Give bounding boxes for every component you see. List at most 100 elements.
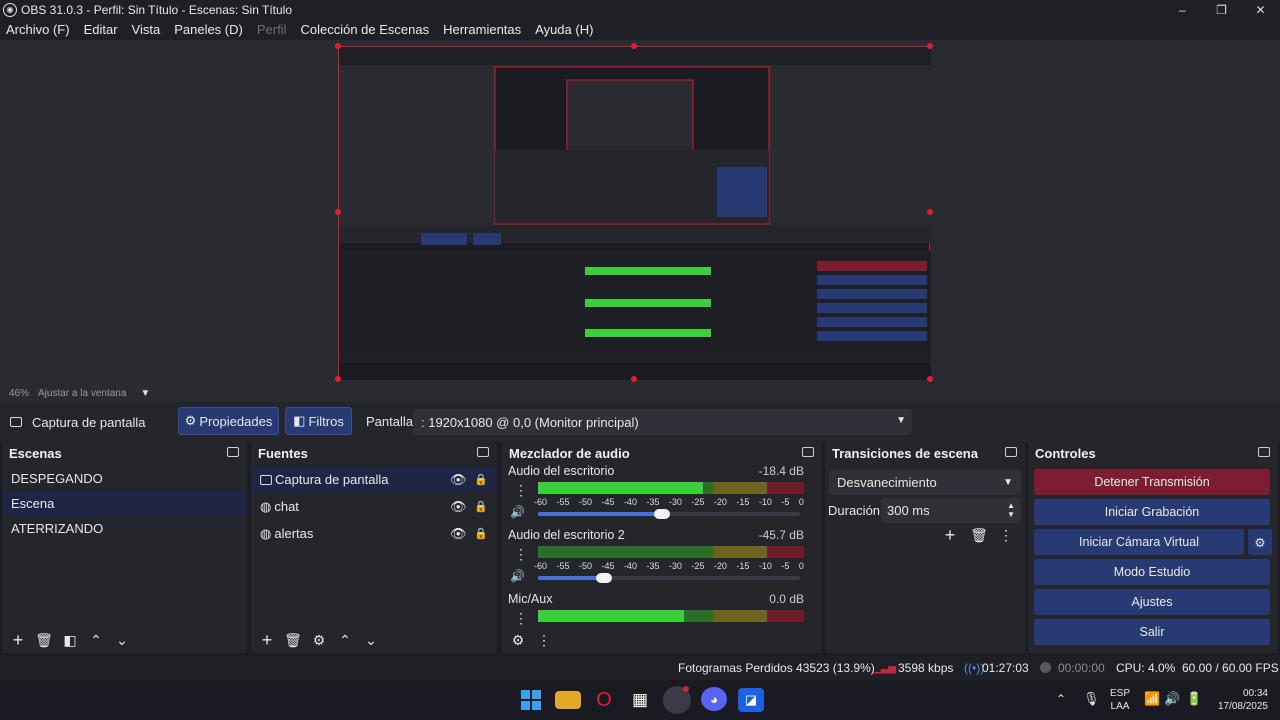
- tick-label: -60: [534, 497, 548, 507]
- add-icon[interactable]: +: [938, 524, 962, 546]
- resize-handle[interactable]: [927, 43, 933, 49]
- scenes-dock: Escenas DESPEGANDO Escena ATERRIZANDO + …: [2, 442, 247, 653]
- more-menu-icon[interactable]: ⋮: [994, 524, 1018, 546]
- resize-handle[interactable]: [927, 209, 933, 215]
- trash-icon[interactable]: 🗑: [32, 629, 56, 651]
- resize-handle[interactable]: [631, 376, 637, 382]
- properties-button[interactable]: ⚙ Propiedades: [178, 407, 279, 435]
- fit-to-window-label[interactable]: Ajustar a la ventana: [38, 388, 126, 399]
- add-icon[interactable]: +: [255, 629, 279, 651]
- wifi-icon[interactable]: 📶: [1144, 691, 1160, 707]
- scene-item[interactable]: ATERRIZANDO: [2, 516, 247, 541]
- opera-icon[interactable]: O: [591, 688, 617, 712]
- battery-icon[interactable]: 🔋: [1186, 691, 1202, 707]
- resize-handle[interactable]: [335, 376, 341, 382]
- filters-button[interactable]: ◧ Filtros: [285, 407, 352, 435]
- chevron-up-icon[interactable]: ⌃: [1056, 692, 1066, 706]
- close-button[interactable]: ✕: [1241, 0, 1280, 19]
- discord-icon[interactable]: ◕: [701, 687, 727, 711]
- undock-icon[interactable]: [1258, 447, 1270, 457]
- settings-button[interactable]: Ajustes: [1034, 589, 1270, 615]
- chevron-up-icon[interactable]: ⌃: [84, 629, 108, 651]
- clock[interactable]: 00:34 17/08/2025: [1218, 687, 1268, 713]
- gear-icon[interactable]: ⚙: [506, 629, 530, 651]
- lock-icon[interactable]: 🔒: [474, 527, 488, 540]
- undock-icon[interactable]: [802, 447, 814, 457]
- volume-slider[interactable]: [538, 573, 800, 583]
- speaker-icon[interactable]: 🔊: [1164, 691, 1180, 707]
- lock-icon[interactable]: 🔒: [474, 473, 488, 486]
- chevron-down-icon[interactable]: ▼: [140, 388, 150, 399]
- minimize-button[interactable]: –: [1163, 0, 1202, 19]
- source-item[interactable]: ◍ alertas 👁 🔒: [251, 521, 497, 546]
- transition-select[interactable]: Desvanecimiento ▼: [829, 470, 1021, 495]
- add-icon[interactable]: +: [6, 629, 30, 651]
- menu-scene-collection[interactable]: Colección de Escenas: [300, 22, 429, 37]
- undock-icon[interactable]: [227, 447, 239, 457]
- channel-name: Audio del escritorio 2: [508, 528, 625, 542]
- undock-icon[interactable]: [1005, 447, 1017, 457]
- start-virtual-camera-button[interactable]: Iniciar Cámara Virtual: [1034, 529, 1244, 555]
- virtual-camera-settings-button[interactable]: ⚙: [1248, 529, 1272, 555]
- source-label: chat: [274, 499, 299, 514]
- gear-icon[interactable]: ⚙: [307, 629, 331, 651]
- folder-icon[interactable]: [555, 691, 581, 709]
- menu-edit[interactable]: Editar: [84, 22, 118, 37]
- restore-button[interactable]: ❐: [1202, 0, 1241, 19]
- app-icon[interactable]: ◪: [738, 688, 764, 712]
- chevron-down-icon[interactable]: ⌄: [359, 629, 383, 651]
- studio-mode-button[interactable]: Modo Estudio: [1034, 559, 1270, 585]
- volume-slider[interactable]: [538, 509, 800, 519]
- screen-capture-preview[interactable]: [338, 46, 931, 380]
- speaker-icon[interactable]: 🔊: [510, 505, 525, 519]
- scene-item[interactable]: Escena: [2, 491, 247, 516]
- windows-start-icon[interactable]: [518, 688, 544, 712]
- trash-icon[interactable]: 🗑: [281, 629, 305, 651]
- sources-title: Fuentes: [258, 445, 308, 461]
- eye-icon[interactable]: 👁: [450, 526, 467, 542]
- resize-handle[interactable]: [631, 43, 637, 49]
- eye-icon[interactable]: 👁: [450, 472, 467, 488]
- obs-taskbar-icon[interactable]: [663, 686, 691, 714]
- stream-time: 01:27:03: [982, 661, 1029, 675]
- source-item[interactable]: Captura de pantalla 👁 🔒: [251, 467, 497, 492]
- channel-menu-icon[interactable]: ⋮: [514, 546, 528, 563]
- notification-dot: [683, 686, 689, 692]
- undock-icon[interactable]: [477, 447, 489, 457]
- tick-label: -10: [758, 497, 772, 507]
- lock-icon[interactable]: 🔒: [474, 500, 488, 513]
- channel-menu-icon[interactable]: ⋮: [514, 482, 528, 499]
- duration-spinbox[interactable]: 300 ms ▲ ▼: [881, 498, 1021, 523]
- exit-button[interactable]: Salir: [1034, 619, 1270, 645]
- source-item[interactable]: ◍ chat 👁 🔒: [251, 494, 497, 519]
- menu-help[interactable]: Ayuda (H): [535, 22, 593, 37]
- speaker-icon[interactable]: 🔊: [510, 569, 525, 583]
- start-recording-button[interactable]: Iniciar Grabación: [1034, 499, 1270, 525]
- eye-icon[interactable]: 👁: [450, 499, 467, 515]
- menu-docks[interactable]: Paneles (D): [174, 22, 243, 37]
- display-select[interactable]: : 1920x1080 @ 0,0 (Monitor principal) ▼: [413, 409, 912, 435]
- more-menu-icon[interactable]: ⋮: [532, 629, 556, 651]
- menu-view[interactable]: Vista: [132, 22, 161, 37]
- microphone-icon[interactable]: 🎙: [1083, 691, 1100, 707]
- chevron-up-icon[interactable]: ⌃: [333, 629, 357, 651]
- resize-handle[interactable]: [335, 209, 341, 215]
- menu-file[interactable]: Archivo (F): [6, 22, 70, 37]
- channel-menu-icon[interactable]: ⋮: [514, 610, 528, 627]
- volume-slider-handle[interactable]: [595, 573, 612, 583]
- volume-slider-handle[interactable]: [653, 509, 670, 519]
- spin-arrows-icon[interactable]: ▲ ▼: [1007, 501, 1015, 519]
- filter-icon[interactable]: ◧: [58, 629, 82, 651]
- chevron-down-icon[interactable]: ⌄: [110, 629, 134, 651]
- menu-tools[interactable]: Herramientas: [443, 22, 521, 37]
- display-label: Pantalla: [366, 414, 413, 429]
- store-icon[interactable]: ▦: [627, 688, 653, 712]
- stop-streaming-button[interactable]: Detener Transmisión: [1034, 469, 1270, 495]
- scene-item[interactable]: DESPEGANDO: [2, 466, 247, 491]
- trash-icon[interactable]: 🗑: [967, 524, 991, 546]
- language-indicator[interactable]: ESP LAA: [1110, 687, 1130, 713]
- tick-label: -40: [623, 497, 637, 507]
- resize-handle[interactable]: [335, 43, 341, 49]
- resize-handle[interactable]: [927, 376, 933, 382]
- tick-label: -15: [736, 497, 750, 507]
